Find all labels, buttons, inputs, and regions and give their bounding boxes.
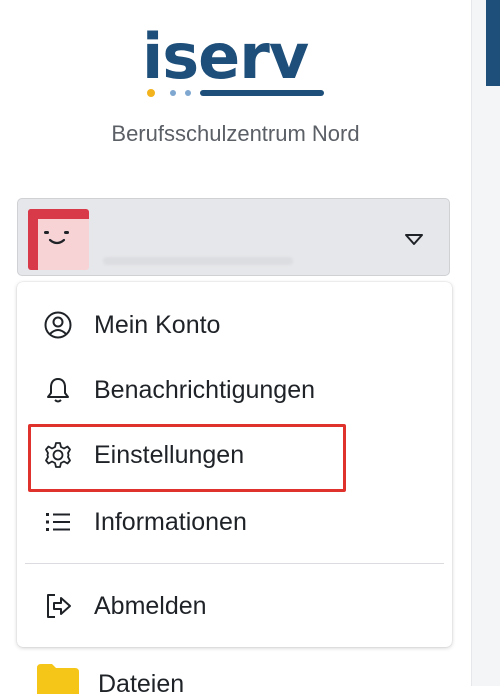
- menu-item-mein-konto[interactable]: Mein Konto: [17, 295, 452, 355]
- menu-item-benachrichtigungen[interactable]: Benachrichtigungen: [17, 360, 452, 420]
- menu-item-abmelden[interactable]: Abmelden: [17, 576, 452, 636]
- user-menu-toggle[interactable]: [17, 198, 450, 276]
- school-name: Berufsschulzentrum Nord: [111, 121, 360, 146]
- menu-item-label: Informationen: [94, 508, 247, 536]
- header-edge-bar: [486, 0, 500, 86]
- user-circle-icon: [43, 310, 73, 340]
- list-icon: [43, 507, 73, 537]
- menu-item-label: Abmelden: [94, 592, 207, 620]
- bell-icon: [43, 375, 73, 405]
- logout-icon: [43, 591, 73, 621]
- triangle-down-icon[interactable]: [404, 233, 424, 247]
- menu-item-informationen[interactable]: Informationen: [17, 492, 452, 552]
- highlight-box-einstellungen: [28, 424, 346, 492]
- logo-wordmark: iserv: [142, 28, 309, 93]
- folder-icon: [37, 664, 79, 694]
- menu-item-label: Mein Konto: [94, 311, 221, 339]
- scrollbar-edge: [471, 0, 500, 686]
- user-name-redacted: [103, 257, 293, 265]
- iserv-logo[interactable]: iserv: [140, 20, 330, 100]
- smiley-avatar-icon: [28, 209, 89, 270]
- nav-item-label: Dateien: [98, 670, 185, 698]
- menu-item-label: Benachrichtigungen: [94, 376, 315, 404]
- menu-divider: [25, 563, 444, 564]
